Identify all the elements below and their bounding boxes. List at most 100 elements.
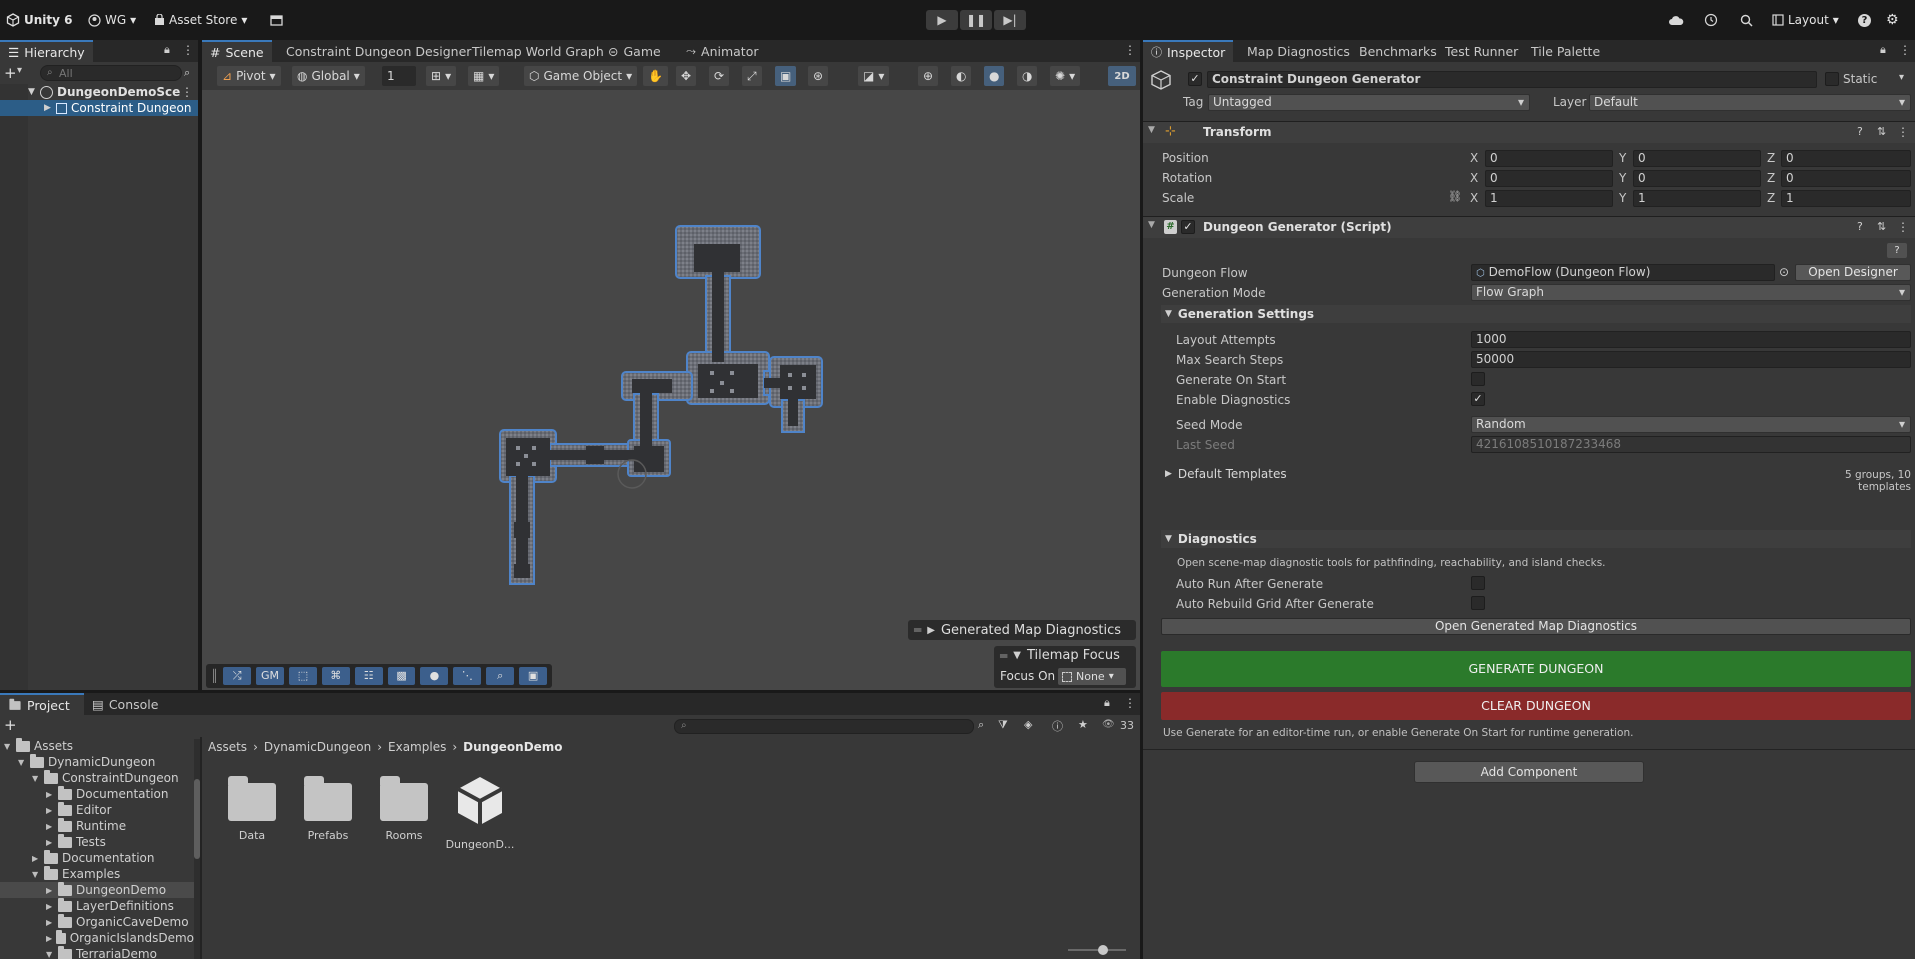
dungeon-flow-field[interactable]: ⬡ DemoFlow (Dungeon Flow) — [1471, 264, 1775, 281]
layout-dropdown[interactable]: Layout ▾ — [1772, 10, 1839, 30]
network-tool-button[interactable]: ⋱ — [453, 667, 482, 685]
grid-snap-input[interactable]: 1 — [382, 66, 416, 86]
tab-tile-palette[interactable]: Tile Palette — [1523, 40, 1608, 62]
transform-tool-button[interactable]: ⊛ — [808, 66, 829, 86]
project-tree-item[interactable]: ▶ DungeonDemo — [0, 881, 194, 898]
lock-icon[interactable]: 🔒︎ — [1880, 43, 1886, 57]
star-icon[interactable]: ★ — [1078, 718, 1088, 731]
lock-icon[interactable]: 🔒︎ — [1104, 696, 1110, 710]
project-tree-item[interactable]: ▼ DynamicDungeon — [0, 753, 194, 770]
position-y-field[interactable]: 0 — [1633, 150, 1761, 167]
help-button[interactable]: ? — [1858, 10, 1871, 30]
collapsed-arrow-icon[interactable]: ▶ — [32, 854, 40, 863]
project-tree-item[interactable]: ▶ LayerDefinitions — [0, 897, 194, 914]
tab-benchmarks[interactable]: Benchmarks — [1351, 40, 1445, 62]
open-designer-button[interactable]: Open Designer — [1795, 264, 1911, 281]
scale-x-field[interactable]: 1 — [1485, 190, 1613, 207]
expand-arrow-icon[interactable]: ▼ — [32, 774, 40, 783]
script-enabled-checkbox[interactable]: ✓ — [1181, 220, 1195, 234]
effects-button[interactable]: ◑ — [1017, 66, 1038, 86]
tab-inspector[interactable]: ⓘ Inspector — [1143, 40, 1233, 62]
lighting-button[interactable]: ◐ — [951, 66, 972, 86]
object-picker-icon[interactable]: ⊙ — [1779, 265, 1789, 279]
lock-icon[interactable]: 🔒︎ — [164, 43, 170, 57]
collapsed-arrow-icon[interactable]: ▶ — [46, 806, 54, 815]
expand-arrow-icon[interactable]: ▼ — [18, 758, 26, 767]
history-button[interactable] — [1704, 10, 1718, 30]
auto-rebuild-checkbox[interactable] — [1471, 596, 1485, 610]
collapsed-arrow-icon[interactable]: ▶ — [46, 886, 54, 895]
add-component-button[interactable]: Add Component — [1414, 761, 1644, 783]
more-icon[interactable]: ⋮ — [1124, 43, 1136, 57]
expand-arrow-icon[interactable]: ▼ — [32, 870, 40, 879]
tab-console[interactable]: ▤ Console — [84, 693, 166, 715]
more-icon[interactable]: ⋮ — [182, 43, 194, 57]
pivot-dropdown[interactable]: ⊿ Pivot ▾ — [217, 66, 281, 86]
path-tool-button[interactable]: ⌘ — [321, 667, 350, 685]
generation-mode-dropdown[interactable]: Flow Graph — [1471, 284, 1911, 301]
hierarchy-object-row[interactable]: ▶ Constraint Dungeon G — [0, 100, 198, 116]
tag-dropdown[interactable]: Untagged — [1208, 94, 1530, 111]
global-dropdown[interactable]: ◍ Global ▾ — [292, 66, 365, 86]
cloud-button[interactable] — [1668, 10, 1684, 30]
gm-tool-button[interactable]: GM — [256, 667, 284, 685]
tab-project[interactable]: Project — [0, 693, 84, 715]
rotate-tool-button[interactable]: ⟳ — [709, 66, 730, 86]
dungeon-map[interactable] — [202, 90, 1140, 690]
tab-map-diagnostics[interactable]: Map Diagnostics — [1239, 40, 1358, 62]
rotation-x-field[interactable]: 0 — [1485, 170, 1613, 187]
transform-header[interactable]: ▼ ⊹ Transform ? ⇅ ⋮ — [1143, 121, 1915, 143]
enable-diagnostics-checkbox[interactable]: ✓ — [1471, 392, 1485, 406]
account-dropdown[interactable]: WG ▾ — [88, 10, 136, 30]
more-icon[interactable]: ⋮ — [1897, 220, 1909, 234]
search-by-type-icon[interactable]: ⌕ — [978, 718, 984, 732]
drag-handle-icon[interactable]: ═ — [914, 623, 921, 637]
script-help-button[interactable]: ? — [1887, 243, 1907, 258]
project-tree-item[interactable]: ▶ Documentation — [0, 785, 194, 802]
more-icon[interactable]: ⋮ — [1124, 696, 1136, 710]
generate-on-start-checkbox[interactable] — [1471, 372, 1485, 386]
max-search-field[interactable]: 50000 — [1471, 351, 1911, 368]
toggle-2d-button[interactable]: 2D — [1108, 66, 1136, 86]
collapsed-arrow-icon[interactable]: ▶ — [46, 934, 52, 943]
generated-map-diagnostics-overlay[interactable]: ═ ▶ Generated Map Diagnostics — [908, 620, 1136, 640]
step-button[interactable]: ▶| — [994, 10, 1026, 30]
add-icon[interactable]: + — [4, 716, 17, 734]
tab-animator[interactable]: ⤳ Animator — [678, 40, 767, 62]
play-button[interactable]: ▶ — [926, 10, 958, 30]
search-button[interactable] — [1740, 10, 1753, 30]
generation-settings-foldout[interactable]: ▼ Generation Settings — [1161, 305, 1911, 323]
scale-z-field[interactable]: 1 — [1781, 190, 1911, 207]
project-tree-item[interactable]: ▼ Examples — [0, 865, 194, 882]
breadcrumb-item[interactable]: Examples — [388, 740, 446, 754]
draw-mode-button[interactable]: ◪ ▾ — [858, 66, 890, 86]
orientation-button[interactable]: ⊕ — [918, 66, 939, 86]
grid-visibility-button[interactable]: ▦ ▾ — [468, 66, 500, 86]
add-icon[interactable]: + — [4, 64, 17, 82]
tab-hierarchy[interactable]: ☰ Hierarchy — [0, 40, 93, 62]
select-box-tool-button[interactable]: ⬚ — [288, 667, 317, 685]
more-icon[interactable]: ⋮ — [1897, 125, 1909, 139]
project-tree-item[interactable]: ▶ Tests — [0, 833, 194, 850]
position-x-field[interactable]: 0 — [1485, 150, 1613, 167]
scene-search-icon[interactable]: ⌕ — [184, 66, 190, 80]
hierarchy-search-input[interactable]: ⌕ All — [40, 65, 182, 81]
asset-folder-data[interactable]: Data — [216, 776, 288, 842]
preset-icon[interactable]: ⇅ — [1877, 125, 1886, 138]
icon-size-slider[interactable] — [1068, 945, 1126, 955]
chevron-down-icon[interactable]: ▾ — [1899, 72, 1904, 83]
link-icon[interactable]: ⛓ — [1448, 190, 1462, 203]
breadcrumb-item[interactable]: Assets — [208, 740, 247, 754]
asset-folder-rooms[interactable]: Rooms — [368, 776, 440, 842]
collapsed-arrow-icon[interactable]: ▶ — [46, 790, 54, 799]
breadcrumb-item[interactable]: DynamicDungeon — [264, 740, 371, 754]
circle-tool-button[interactable]: ● — [420, 667, 449, 685]
auto-run-checkbox[interactable] — [1471, 576, 1485, 590]
tab-game[interactable]: ⊝ Game — [600, 40, 669, 62]
preset-icon[interactable]: ⇅ — [1877, 220, 1886, 233]
asset-store-dropdown[interactable]: Asset Store ▾ — [154, 10, 247, 30]
active-checkbox[interactable]: ✓ — [1188, 72, 1202, 86]
more-icon[interactable]: ⋮ — [1899, 43, 1911, 57]
asset-scene-dungeondemo[interactable]: DungeonD... — [444, 773, 516, 851]
slider-thumb[interactable] — [1098, 945, 1108, 955]
